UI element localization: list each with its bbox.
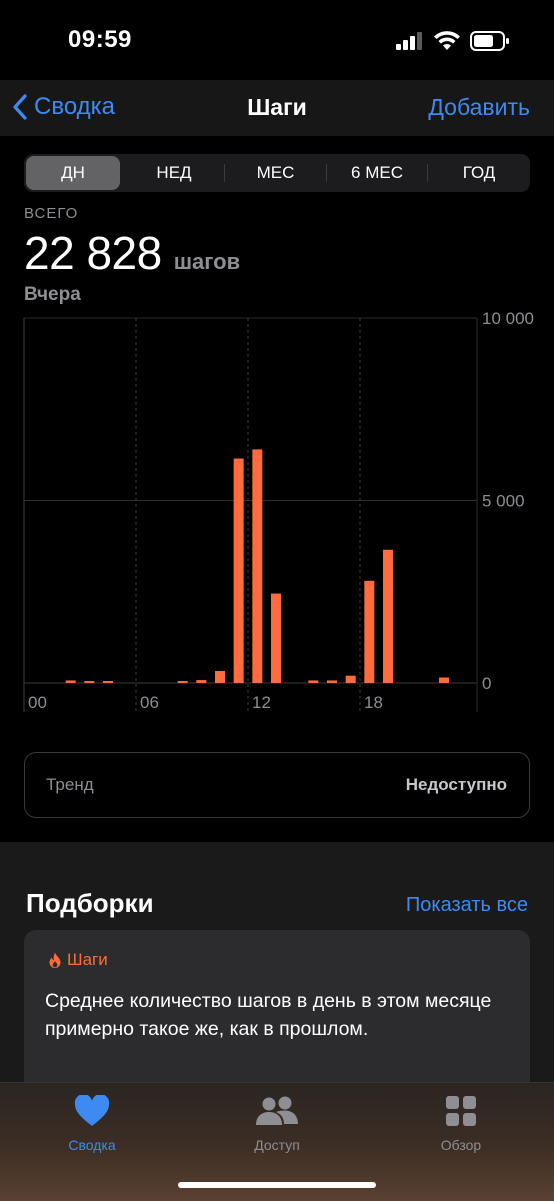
total-label: ВСЕГО (24, 205, 79, 222)
segment-6-months[interactable]: 6 МЕС (327, 154, 427, 192)
tab-sharing-label: Доступ (254, 1137, 300, 1153)
chart-bar (177, 681, 188, 683)
status-time: 09:59 (68, 26, 132, 53)
highlight-tag-label: Шаги (67, 950, 108, 969)
chart-bar (271, 593, 281, 683)
navigation-bar: Сводка Шаги Добавить (0, 80, 554, 136)
chart-y-tick-label: 0 (482, 674, 491, 693)
heart-icon (74, 1095, 110, 1126)
total-steps-value: 22 828 (24, 227, 162, 279)
battery-icon (470, 31, 509, 51)
trend-value: Недоступно (405, 775, 507, 794)
status-icons (396, 31, 510, 51)
grid-icon (446, 1096, 476, 1126)
time-range-selector: ДН НЕД МЕС 6 МЕС ГОД (24, 154, 530, 192)
segment-week[interactable]: НЕД (124, 154, 224, 192)
status-bar: 09:59 (0, 0, 554, 80)
chart-bar (215, 670, 225, 683)
chart-bar (65, 680, 76, 683)
segment-year[interactable]: ГОД (428, 154, 530, 192)
total-steps-unit: шагов (173, 249, 241, 274)
home-indicator (178, 1182, 376, 1188)
chart-bar (196, 680, 207, 683)
tab-summary-label: Сводка (68, 1137, 116, 1153)
segment-month[interactable]: МЕС (225, 154, 326, 192)
total-row: 22 828 шагов (24, 226, 240, 280)
highlight-tag: Шаги (48, 950, 108, 970)
back-button-label: Сводка (34, 93, 116, 120)
trend-label: Тренд (46, 775, 94, 794)
back-button[interactable]: Сводка (12, 93, 115, 121)
segment-day[interactable]: ДН (26, 156, 120, 190)
tab-browse-label: Обзор (440, 1137, 482, 1153)
chart-bar (345, 675, 356, 683)
chevron-left-icon (13, 94, 27, 120)
chart-bar (439, 677, 449, 683)
signal-icon (396, 32, 422, 50)
trend-card[interactable]: Тренд Недоступно (24, 752, 530, 818)
chart-bar (233, 458, 244, 683)
chart-bar (252, 449, 263, 683)
highlights-title: Подборки (26, 888, 154, 918)
show-all-link[interactable]: Показать все (406, 894, 528, 917)
chart-x-tick-label: 18 (364, 693, 383, 712)
chart-bar (383, 549, 393, 683)
chart-bar (364, 580, 375, 683)
chart-bar (308, 680, 319, 683)
chart-bar (327, 680, 337, 683)
tab-summary[interactable]: Сводка (32, 1091, 152, 1153)
chart-bar (103, 681, 113, 683)
chart-bar (84, 681, 95, 683)
add-button[interactable]: Добавить (428, 94, 530, 121)
tab-sharing[interactable]: Доступ (217, 1091, 337, 1153)
people-icon (256, 1096, 298, 1125)
chart-x-tick-label: 12 (252, 693, 271, 712)
chart-x-tick-label: 00 (28, 693, 47, 712)
wifi-icon (434, 31, 460, 50)
flame-icon (49, 952, 61, 968)
tab-browse[interactable]: Обзор (401, 1091, 521, 1153)
chart-y-tick-label: 10 000 (482, 309, 534, 328)
chart-x-tick-label: 06 (140, 693, 159, 712)
steps-chart[interactable]: 10 0005 000000 06 12 18 (0, 300, 554, 720)
chart-y-tick-label: 5 000 (482, 492, 525, 511)
highlight-text: Среднее количество шагов в день в этом м… (45, 990, 492, 1040)
